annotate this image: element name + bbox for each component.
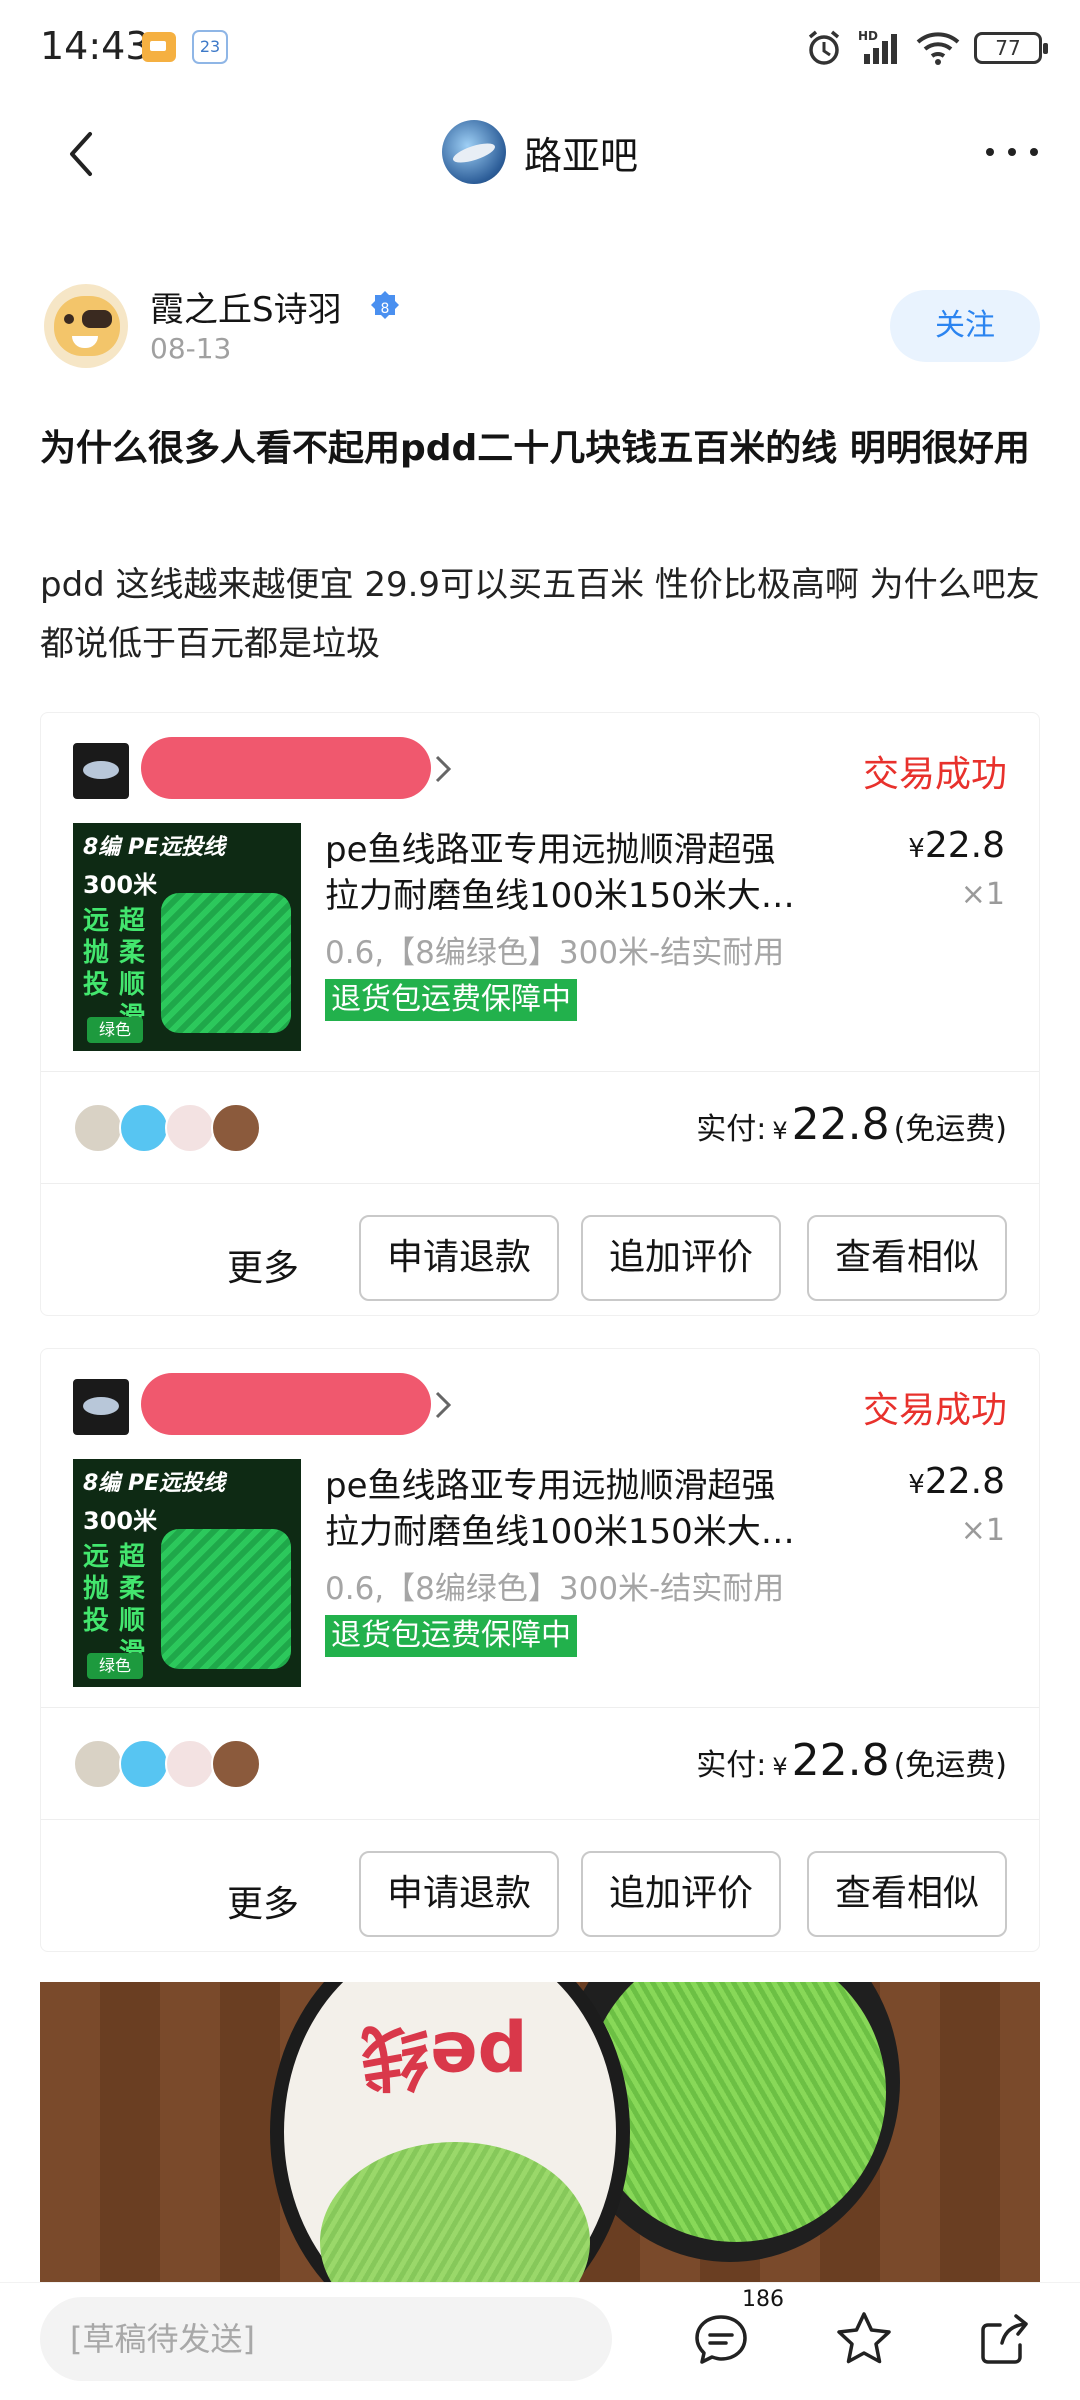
chevron-right-icon[interactable]	[431, 1387, 455, 1423]
signal-icon: HD	[858, 29, 897, 64]
shop-logo	[73, 743, 129, 799]
divider	[41, 1707, 1039, 1708]
bottom-bar: [草稿待发送] 186	[0, 2282, 1080, 2400]
post-date: 08-13	[150, 332, 232, 365]
order-card[interactable]: 交易成功 8编 PE远投线 300米 远抛投 超柔顺滑 绿色 pe鱼线路亚专用远…	[40, 712, 1040, 1316]
avatar	[73, 1739, 123, 1789]
product-price: ¥22.8	[908, 825, 1005, 866]
status-icons: HD 77	[804, 26, 1048, 70]
divider	[41, 1819, 1039, 1820]
share-icon[interactable]	[976, 2311, 1034, 2369]
product-quantity: ×1	[960, 1513, 1005, 1548]
order-card[interactable]: 交易成功 8编 PE远投线 300米 远抛投 超柔顺滑 绿色 pe鱼线路亚专用远…	[40, 1348, 1040, 1952]
refund-button[interactable]: 申请退款	[359, 1215, 559, 1301]
avatar	[165, 1103, 215, 1153]
avatar	[119, 1739, 169, 1789]
forum-title: 路亚吧	[523, 133, 638, 178]
calendar-notification-icon: 23	[192, 30, 228, 64]
product-image[interactable]: 8编 PE远投线 300米 远抛投 超柔顺滑 绿色	[73, 1459, 301, 1687]
shop-logo	[73, 1379, 129, 1435]
reply-input[interactable]: [草稿待发送]	[40, 2297, 612, 2381]
more-icon[interactable]	[982, 140, 1042, 164]
product-quantity: ×1	[960, 877, 1005, 912]
paid-amount: 实付: ¥ 22.8 (免运费)	[696, 1735, 1007, 1786]
add-review-button[interactable]: 追加评价	[581, 1851, 781, 1937]
alarm-icon	[808, 30, 840, 65]
chevron-right-icon[interactable]	[431, 751, 455, 787]
comment-icon[interactable]	[692, 2311, 750, 2369]
product-title[interactable]: pe鱼线路亚专用远抛顺滑超强 拉力耐磨鱼线100米150米大…	[325, 827, 865, 919]
author-name[interactable]: 霞之丘S诗羽	[150, 282, 342, 331]
status-bar: 14:43 23 HD 77	[0, 0, 1080, 96]
product-title[interactable]: pe鱼线路亚专用远抛顺滑超强 拉力耐磨鱼线100米150米大…	[325, 1463, 865, 1555]
paid-amount: 实付: ¥ 22.8 (免运费)	[696, 1099, 1007, 1150]
svg-text:8: 8	[381, 301, 390, 317]
add-review-button[interactable]: 追加评价	[581, 1215, 781, 1301]
redaction-mark	[141, 737, 431, 799]
product-spec: 0.6,【8编绿色】300米-结实耐用	[325, 1571, 785, 1607]
product-spec: 0.6,【8编绿色】300米-结实耐用	[325, 935, 785, 971]
spool-label: pe线	[360, 2016, 528, 2098]
product-image[interactable]: 8编 PE远投线 300米 远抛投 超柔顺滑 绿色	[73, 823, 301, 1051]
view-similar-button[interactable]: 查看相似	[807, 1215, 1007, 1301]
guarantee-badge: 退货包运费保障中	[325, 1615, 577, 1657]
avatar	[211, 1739, 261, 1789]
more-button[interactable]: 更多	[227, 1875, 299, 1927]
post-title: 为什么很多人看不起用pdd二十几块钱五百米的线 明明很好用	[40, 428, 1030, 469]
guarantee-badge: 退货包运费保障中	[325, 979, 577, 1021]
view-similar-button[interactable]: 查看相似	[807, 1851, 1007, 1937]
avatar	[211, 1103, 261, 1153]
avatar	[73, 1103, 123, 1153]
avatar	[165, 1739, 215, 1789]
product-price: ¥22.8	[908, 1461, 1005, 1502]
status-time: 14:43	[40, 24, 150, 68]
follow-button[interactable]: 关注	[890, 290, 1040, 362]
battery-icon: 77	[974, 32, 1048, 64]
forum-logo	[441, 120, 506, 184]
app-header: 路亚吧	[0, 96, 1080, 216]
level-badge-icon: 8	[371, 291, 399, 319]
star-icon[interactable]	[834, 2309, 894, 2369]
svg-text:HD: HD	[858, 29, 878, 43]
buyer-avatars	[73, 1739, 261, 1789]
forum-header[interactable]: 路亚吧	[0, 120, 1080, 184]
notification-app-icon	[142, 32, 176, 62]
avatar	[119, 1103, 169, 1153]
buyer-avatars	[73, 1103, 261, 1153]
post-author: 霞之丘S诗羽 8 08-13 关注	[40, 276, 1040, 376]
comment-count: 186	[742, 2287, 784, 2312]
more-button[interactable]: 更多	[227, 1239, 299, 1291]
order-status: 交易成功	[862, 1390, 1007, 1431]
divider	[41, 1183, 1039, 1184]
refund-button[interactable]: 申请退款	[359, 1851, 559, 1937]
divider	[41, 1071, 1039, 1072]
avatar[interactable]	[44, 284, 128, 368]
redaction-mark	[141, 1373, 431, 1435]
post-body: pdd 这线越来越便宜 29.9可以买五百米 性价比极高啊 为什么吧友都说低于百…	[40, 565, 1040, 664]
wifi-icon	[916, 32, 960, 65]
order-status: 交易成功	[862, 754, 1007, 795]
post-photo[interactable]: pe线	[40, 1982, 1040, 2282]
